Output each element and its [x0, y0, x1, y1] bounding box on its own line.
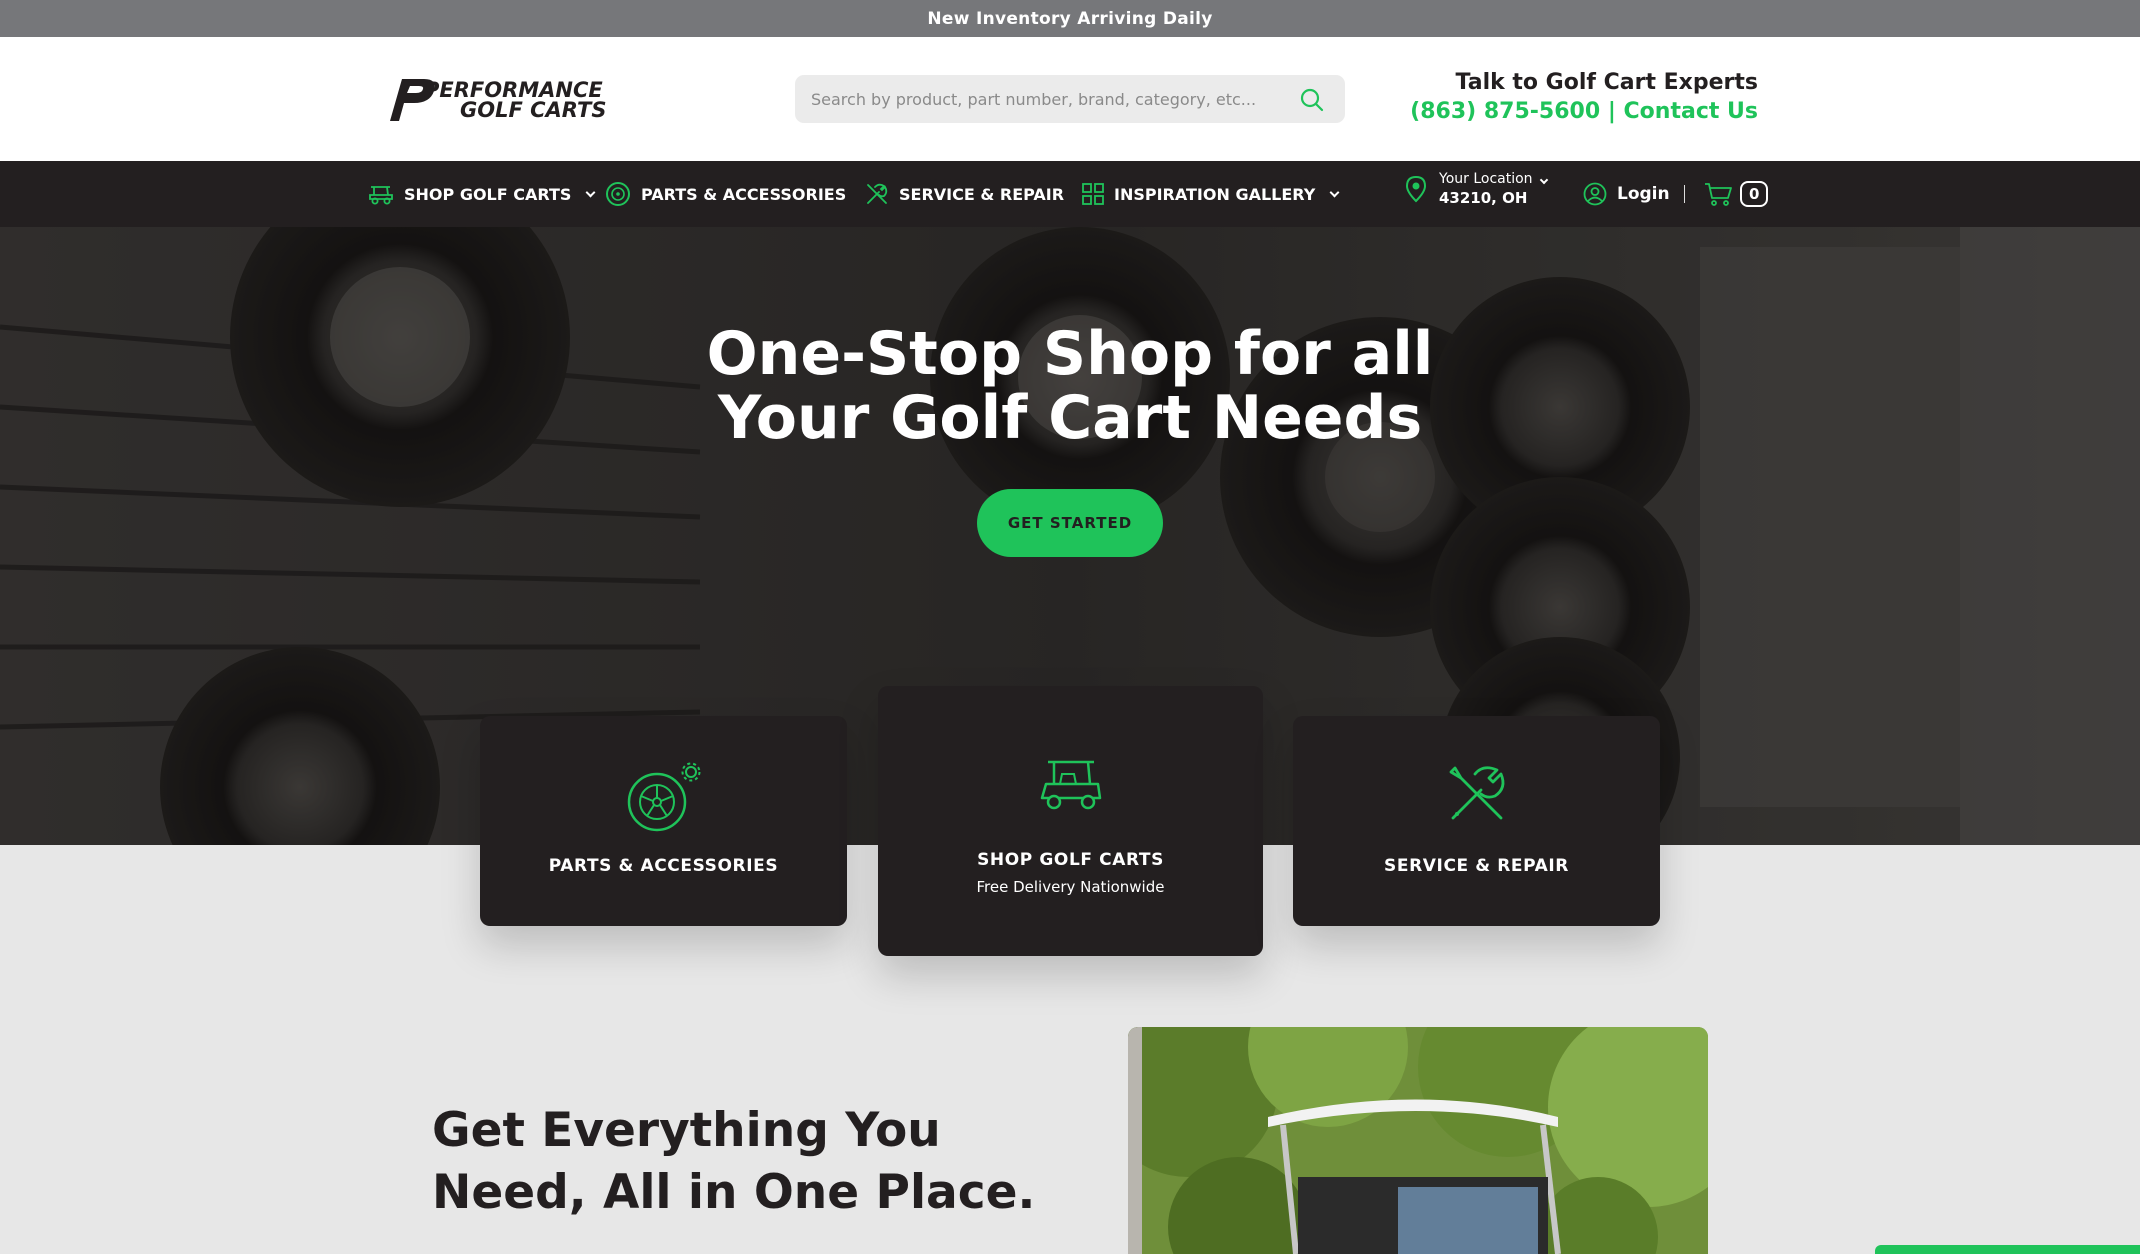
- feature-heading: Get Everything You Need, All in One Plac…: [432, 1100, 1035, 1224]
- contact-line: (863) 875-5600 | Contact Us: [1410, 99, 1758, 124]
- contact-separator: |: [1607, 99, 1616, 124]
- site-header: PERFORMANCE GOLF CARTS Talk to Golf Cart…: [0, 37, 2140, 161]
- location-label: Your Location: [1439, 171, 1533, 187]
- golf-cart-image: [1128, 1027, 1708, 1254]
- hero-title-line-2: Your Golf Cart Needs: [717, 383, 1423, 453]
- grid-icon: [1082, 183, 1104, 205]
- wheel-gear-icon: [627, 762, 700, 832]
- card-service-repair[interactable]: SERVICE & REPAIR: [1293, 716, 1660, 926]
- announcement-bar: New Inventory Arriving Daily: [0, 0, 2140, 37]
- search-bar: [795, 75, 1345, 123]
- nav-service-repair[interactable]: SERVICE & REPAIR: [865, 161, 1064, 227]
- nav-label: INSPIRATION GALLERY: [1114, 184, 1316, 204]
- user-icon: [1583, 182, 1607, 206]
- feature-heading-line-2: Need, All in One Place.: [432, 1165, 1036, 1220]
- tools-icon: [867, 183, 888, 204]
- golf-cart-icon: [1040, 760, 1101, 810]
- phone-link[interactable]: (863) 875-5600: [1410, 99, 1600, 124]
- contact-block: Talk to Golf Cart Experts (863) 875-5600…: [1410, 70, 1758, 124]
- hero-title: One-Stop Shop for all Your Golf Cart Nee…: [0, 322, 2140, 450]
- chevron-down-icon: [1539, 175, 1548, 185]
- nav-label: SERVICE & REPAIR: [899, 184, 1065, 204]
- get-started-button[interactable]: GET STARTED: [977, 489, 1163, 557]
- nav-label: SHOP GOLF CARTS: [404, 184, 572, 204]
- golf-cart-photo: [1128, 1027, 1708, 1254]
- location-pin-icon: [1405, 175, 1427, 203]
- main-nav: SHOP GOLF CARTS PARTS & ACCESSORIES SERV…: [0, 161, 2140, 227]
- cart-button[interactable]: 0: [1704, 161, 1769, 227]
- contact-us-link[interactable]: Contact Us: [1624, 99, 1758, 124]
- logo[interactable]: PERFORMANCE GOLF CARTS: [380, 73, 610, 125]
- logo-mark: PERFORMANCE GOLF CARTS: [390, 78, 606, 122]
- logo-text-2: GOLF CARTS: [460, 98, 606, 122]
- card-shop-golf-carts[interactable]: SHOP GOLF CARTS Free Delivery Nationwide: [878, 686, 1263, 956]
- experts-title: Talk to Golf Cart Experts: [1455, 70, 1758, 95]
- login-button[interactable]: Login: [1583, 161, 1670, 227]
- nav-label: PARTS & ACCESSORIES: [641, 184, 847, 204]
- card-title: PARTS & ACCESSORIES: [548, 856, 779, 876]
- search-input[interactable]: [811, 89, 1281, 109]
- card-parts-accessories[interactable]: PARTS & ACCESSORIES: [480, 716, 847, 926]
- announcement-text: New Inventory Arriving Daily: [927, 8, 1213, 29]
- cart-icon: [1705, 183, 1732, 206]
- cart-count: 0: [1740, 181, 1769, 207]
- card-title: SERVICE & REPAIR: [1384, 856, 1569, 876]
- card-subtitle: Free Delivery Nationwide: [976, 878, 1165, 896]
- nav-inspiration-gallery[interactable]: INSPIRATION GALLERY: [1082, 161, 1340, 227]
- nav-shop-golf-carts[interactable]: SHOP GOLF CARTS: [368, 161, 596, 227]
- chat-widget-tab[interactable]: [1875, 1245, 2140, 1254]
- chevron-down-icon: [1329, 187, 1340, 197]
- nav-parts-accessories[interactable]: PARTS & ACCESSORIES: [605, 161, 846, 227]
- location-selector[interactable]: Your Location 43210, OH: [1405, 171, 1548, 207]
- feature-heading-line-1: Get Everything You: [432, 1103, 941, 1158]
- card-title: SHOP GOLF CARTS: [977, 850, 1164, 870]
- chevron-down-icon: [585, 187, 596, 197]
- wheel-icon: [606, 182, 630, 206]
- login-label: Login: [1617, 184, 1670, 204]
- tools-icon: [1449, 766, 1504, 820]
- nav-divider: [1684, 185, 1685, 203]
- search-icon[interactable]: [1299, 87, 1325, 113]
- hero-title-line-1: One-Stop Shop for all: [706, 319, 1434, 389]
- location-value: 43210, OH: [1439, 189, 1528, 207]
- golf-cart-icon: [369, 186, 393, 205]
